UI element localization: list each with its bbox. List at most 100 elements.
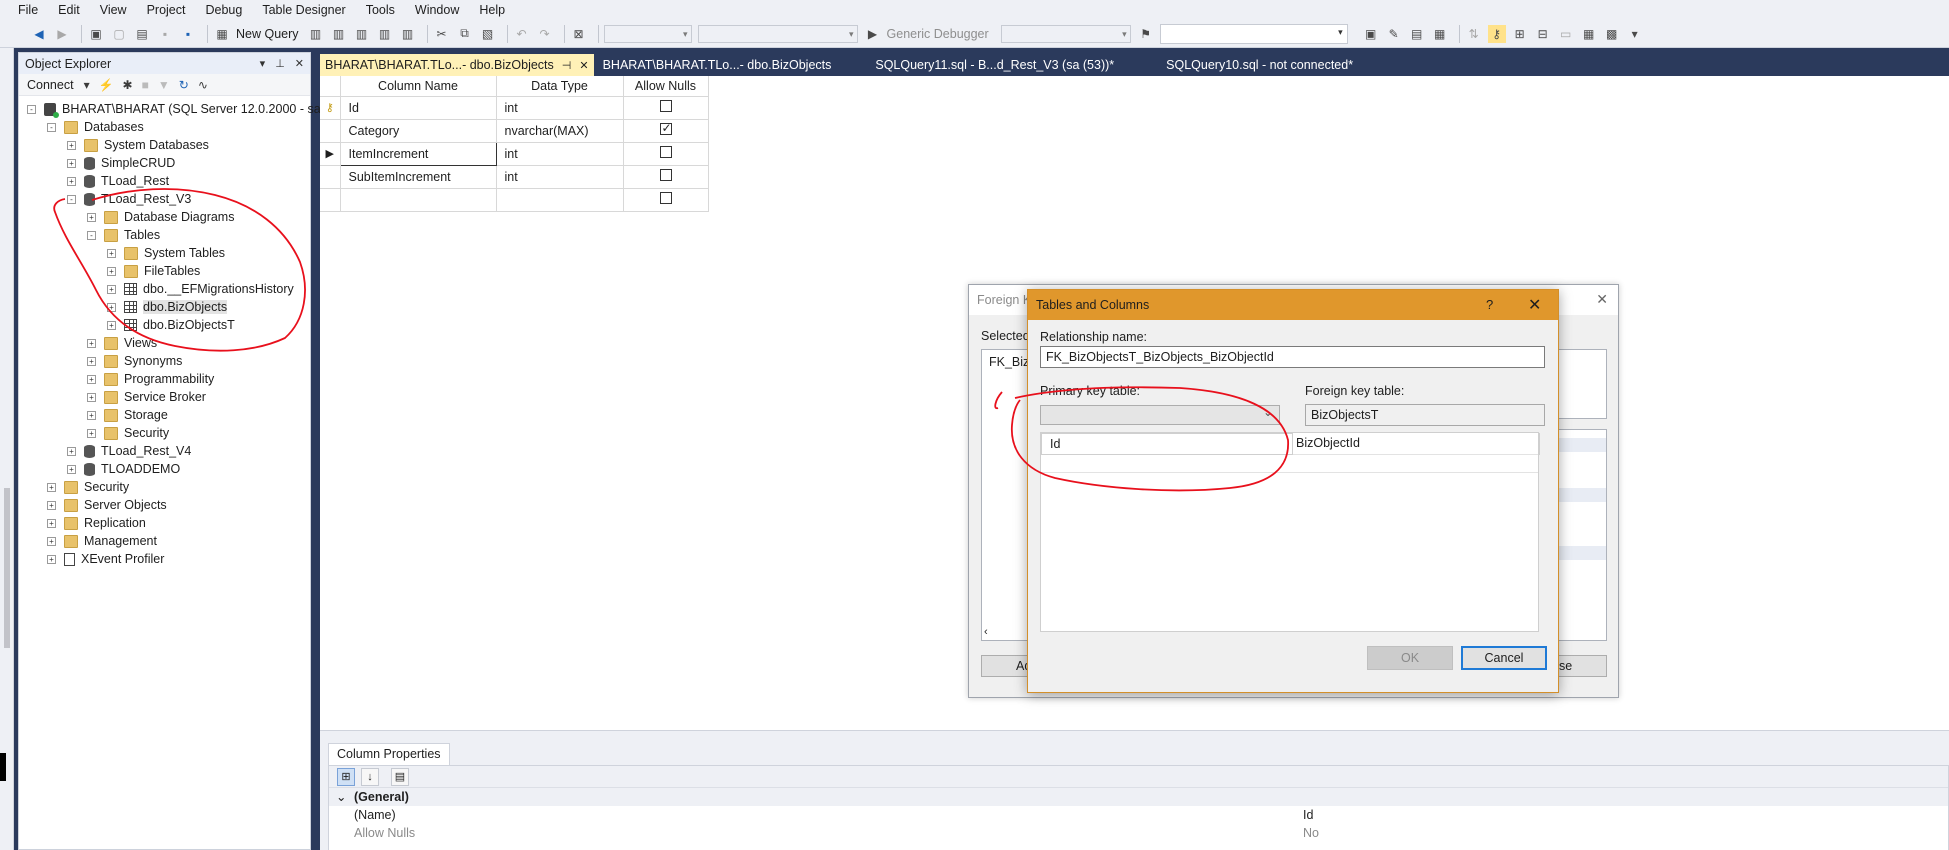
- tc-dialog-close-icon[interactable]: ✕: [1528, 295, 1541, 315]
- expand-icon[interactable]: +: [87, 392, 96, 402]
- activity-monitor-icon[interactable]: ∿: [198, 78, 208, 92]
- tree-node[interactable]: - Databases: [47, 118, 144, 136]
- disconnect-plug-icon[interactable]: ✱: [123, 78, 133, 92]
- tab-close-icon[interactable]: ✕: [579, 59, 588, 72]
- key-columns-grid[interactable]: Id BizObjectId: [1040, 432, 1540, 632]
- tree-node[interactable]: + System Databases: [67, 136, 209, 154]
- property-group-general[interactable]: ⌄ (General): [329, 788, 1948, 806]
- allow-nulls-checkbox[interactable]: [659, 169, 672, 181]
- left-scrollbar-thumb[interactable]: [4, 488, 10, 648]
- expand-icon[interactable]: +: [107, 266, 116, 276]
- generate-script-icon[interactable]: ▩: [1603, 25, 1621, 43]
- cancel-button[interactable]: Cancel: [1461, 646, 1547, 670]
- allow-nulls-checkbox[interactable]: [659, 192, 672, 204]
- pin-icon[interactable]: ⊥: [275, 57, 285, 70]
- layout-icon[interactable]: ▦: [1431, 25, 1449, 43]
- designer-row[interactable]: [320, 187, 709, 212]
- designer-row[interactable]: ⚷ Id int: [320, 95, 709, 120]
- column-name-cell[interactable]: ItemIncrement: [339, 141, 497, 166]
- tree-node[interactable]: + Storage: [87, 406, 168, 424]
- primary-key-icon[interactable]: ⚷: [320, 95, 341, 120]
- expand-icon[interactable]: +: [47, 554, 56, 564]
- tree-node[interactable]: + Security: [87, 424, 169, 442]
- relationship-name-input[interactable]: FK_BizObjectsT_BizObjects_BizObjectId: [1040, 346, 1545, 368]
- expand-icon[interactable]: +: [87, 374, 96, 384]
- collapse-icon[interactable]: -: [27, 104, 36, 114]
- query-mdx-icon[interactable]: ▥: [330, 25, 348, 43]
- expand-icon[interactable]: +: [87, 410, 96, 420]
- manage-indexes-icon[interactable]: ⊞: [1511, 25, 1529, 43]
- debugger-target-combo[interactable]: [1000, 24, 1131, 43]
- filter-icon[interactable]: ▼: [158, 78, 170, 92]
- tree-node[interactable]: + TLOADDEMO: [67, 460, 180, 478]
- debugger-label[interactable]: Generic Debugger: [887, 27, 989, 41]
- redo-icon[interactable]: ↷: [536, 25, 554, 43]
- expand-icon[interactable]: +: [87, 428, 96, 438]
- find-in-files-icon[interactable]: ⚑: [1137, 25, 1155, 43]
- menu-window[interactable]: Window: [415, 3, 459, 17]
- data-type-cell[interactable]: int: [495, 164, 624, 189]
- tree-node[interactable]: + Server Objects: [47, 496, 167, 514]
- property-pages-icon[interactable]: ▤: [391, 767, 409, 786]
- tree-node[interactable]: + TLoad_Rest: [67, 172, 169, 190]
- menu-table-designer[interactable]: Table Designer: [262, 3, 345, 17]
- open-file-icon[interactable]: ▤: [133, 25, 151, 43]
- solution-config-combo[interactable]: [603, 24, 692, 43]
- tree-node[interactable]: + Synonyms: [87, 352, 182, 370]
- query-dmx-icon[interactable]: ▥: [353, 25, 371, 43]
- menu-tools[interactable]: Tools: [366, 3, 395, 17]
- close-icon[interactable]: ✕: [295, 57, 304, 70]
- expand-icon[interactable]: +: [67, 140, 76, 150]
- tree-node[interactable]: - Tables: [87, 226, 160, 244]
- data-type-cell[interactable]: int: [495, 141, 624, 166]
- tree-node[interactable]: + System Tables: [107, 244, 225, 262]
- tree-node[interactable]: - TLoad_Rest_V3: [67, 190, 191, 208]
- tab-bizobjects-designer[interactable]: BHARAT\BHARAT.TLo...- dbo.BizObjects ⊣ ✕: [320, 54, 594, 76]
- toolbar-overflow-icon[interactable]: ▾: [1626, 25, 1644, 43]
- help-button[interactable]: ?: [1486, 297, 1493, 312]
- fk-column-cell[interactable]: BizObjectId: [1294, 433, 1540, 455]
- allow-nulls-checkbox[interactable]: [659, 100, 672, 112]
- tree-node[interactable]: + XEvent Profiler: [47, 550, 164, 568]
- manage-xml-indexes-icon[interactable]: ⊟: [1534, 25, 1552, 43]
- tree-node[interactable]: + Replication: [47, 514, 146, 532]
- new-query-icon[interactable]: ▦: [213, 25, 231, 43]
- activity-monitor-icon[interactable]: ⊠: [570, 25, 588, 43]
- fk-dialog-close-icon[interactable]: ✕: [1596, 291, 1608, 308]
- expand-icon[interactable]: +: [107, 302, 116, 312]
- connect-plug-icon[interactable]: ⚡: [99, 78, 114, 92]
- check-constraints-icon[interactable]: ▦: [1580, 25, 1598, 43]
- designer-row[interactable]: Category nvarchar(MAX): [320, 118, 709, 143]
- data-type-cell[interactable]: nvarchar(MAX): [495, 118, 624, 143]
- expand-icon[interactable]: +: [87, 356, 96, 366]
- connect-dropdown-icon[interactable]: ▾: [84, 78, 90, 92]
- tree-node[interactable]: + SimpleCRUD: [67, 154, 175, 172]
- ok-button[interactable]: OK: [1367, 646, 1453, 670]
- save-all-icon[interactable]: ▪: [179, 25, 197, 43]
- collapse-icon[interactable]: -: [47, 122, 56, 132]
- expand-icon[interactable]: +: [47, 536, 56, 546]
- designer-row[interactable]: SubItemIncrement int: [320, 164, 709, 189]
- relationships-icon[interactable]: ⇅: [1465, 25, 1483, 43]
- expand-icon[interactable]: +: [67, 446, 76, 456]
- collapse-icon[interactable]: -: [87, 230, 96, 240]
- expand-icon[interactable]: +: [67, 158, 76, 168]
- menu-project[interactable]: Project: [147, 3, 186, 17]
- row-selector[interactable]: [320, 118, 341, 143]
- allow-nulls-checkbox[interactable]: [659, 121, 672, 135]
- expand-icon[interactable]: +: [107, 248, 116, 258]
- save-icon[interactable]: ▪: [156, 25, 174, 43]
- solution-platform-combo[interactable]: [697, 24, 858, 43]
- expand-icon[interactable]: +: [47, 482, 56, 492]
- expand-icon[interactable]: +: [67, 464, 76, 474]
- categorized-icon[interactable]: ⊞: [337, 767, 355, 786]
- tab-bizobjects-designer-2[interactable]: BHARAT\BHARAT.TLo...- dbo.BizObjects: [598, 54, 837, 76]
- add-item-icon[interactable]: ▢: [110, 25, 128, 43]
- property-row-name[interactable]: (Name) Id: [329, 806, 1948, 824]
- key-column-row[interactable]: Id BizObjectId: [1041, 433, 1540, 455]
- stop-icon[interactable]: ■: [142, 78, 149, 92]
- key-column-row-empty[interactable]: [1041, 455, 1538, 473]
- tree-node[interactable]: + Security: [47, 478, 129, 496]
- collapse-icon[interactable]: -: [67, 194, 76, 204]
- tree-node[interactable]: + TLoad_Rest_V4: [67, 442, 191, 460]
